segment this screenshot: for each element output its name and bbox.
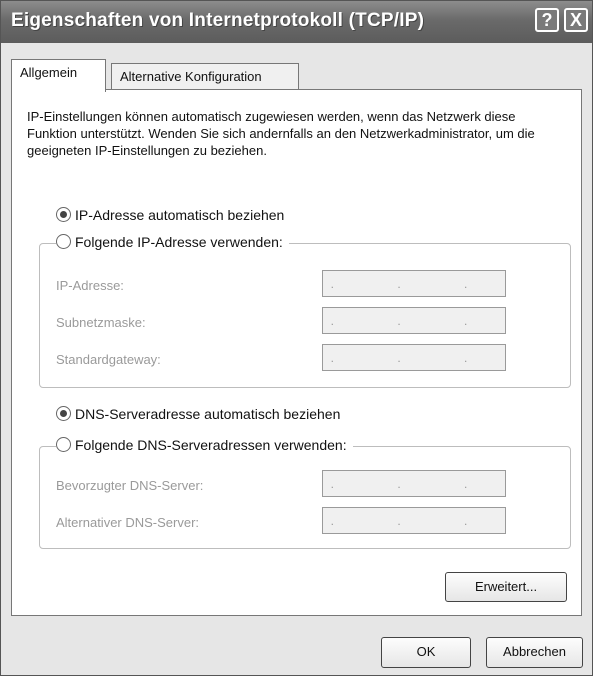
close-icon: X xyxy=(569,10,582,30)
subnet-mask-input: . . . xyxy=(322,307,506,334)
ip-auto-label: IP-Adresse automatisch beziehen xyxy=(75,207,285,223)
close-button[interactable]: X xyxy=(564,8,588,32)
help-icon: ? xyxy=(541,10,553,30)
subnet-mask-label: Subnetzmaske: xyxy=(56,315,146,330)
tab-allgemein[interactable]: Allgemein xyxy=(11,59,106,92)
radio-unchecked-icon xyxy=(56,437,71,452)
dns-auto-radio[interactable]: DNS-Serveradresse automatisch beziehen xyxy=(56,406,347,422)
subnet-mask-value: . . . xyxy=(330,314,498,328)
radio-checked-icon xyxy=(56,207,71,222)
dns-manual-label: Folgende DNS-Serveradressen verwenden: xyxy=(75,437,347,453)
ip-address-value: . . . xyxy=(330,277,498,291)
intro-text: IP-Einstellungen können automatisch zuge… xyxy=(27,109,535,158)
default-gateway-value: . . . xyxy=(330,351,498,365)
ip-auto-radio[interactable]: IP-Adresse automatisch beziehen xyxy=(56,207,291,223)
ip-address-input: . . . xyxy=(322,270,506,297)
preferred-dns-input: . . . xyxy=(322,470,506,497)
help-button[interactable]: ? xyxy=(535,8,559,32)
preferred-dns-label: Bevorzugter DNS-Server: xyxy=(56,478,204,493)
tcpip-properties-dialog: Eigenschaften von Internetprotokoll (TCP… xyxy=(0,0,593,676)
title-bar[interactable]: Eigenschaften von Internetprotokoll (TCP… xyxy=(1,1,592,43)
advanced-button[interactable]: Erweitert... xyxy=(445,572,567,602)
general-tab-panel: IP-Einstellungen können automatisch zuge… xyxy=(11,89,582,616)
default-gateway-label: Standardgateway: xyxy=(56,352,161,367)
ok-button[interactable]: OK xyxy=(381,637,471,668)
ip-address-label: IP-Adresse: xyxy=(56,278,124,293)
cancel-button[interactable]: Abbrechen xyxy=(486,637,583,668)
alternate-dns-value: . . . xyxy=(330,514,498,528)
dns-auto-label: DNS-Serveradresse automatisch beziehen xyxy=(75,406,341,422)
radio-checked-icon xyxy=(56,406,71,421)
ip-manual-label: Folgende IP-Adresse verwenden: xyxy=(75,234,283,250)
window-title: Eigenschaften von Internetprotokoll (TCP… xyxy=(11,10,425,31)
default-gateway-input: . . . xyxy=(322,344,506,371)
alternate-dns-label: Alternativer DNS-Server: xyxy=(56,515,200,530)
tab-alternative-konfiguration[interactable]: Alternative Konfiguration xyxy=(111,63,299,91)
dns-manual-radio[interactable]: Folgende DNS-Serveradressen verwenden: xyxy=(56,437,353,453)
radio-unchecked-icon xyxy=(56,234,71,249)
preferred-dns-value: . . . xyxy=(330,477,498,491)
ip-manual-radio[interactable]: Folgende IP-Adresse verwenden: xyxy=(56,234,289,250)
alternate-dns-input: . . . xyxy=(322,507,506,534)
